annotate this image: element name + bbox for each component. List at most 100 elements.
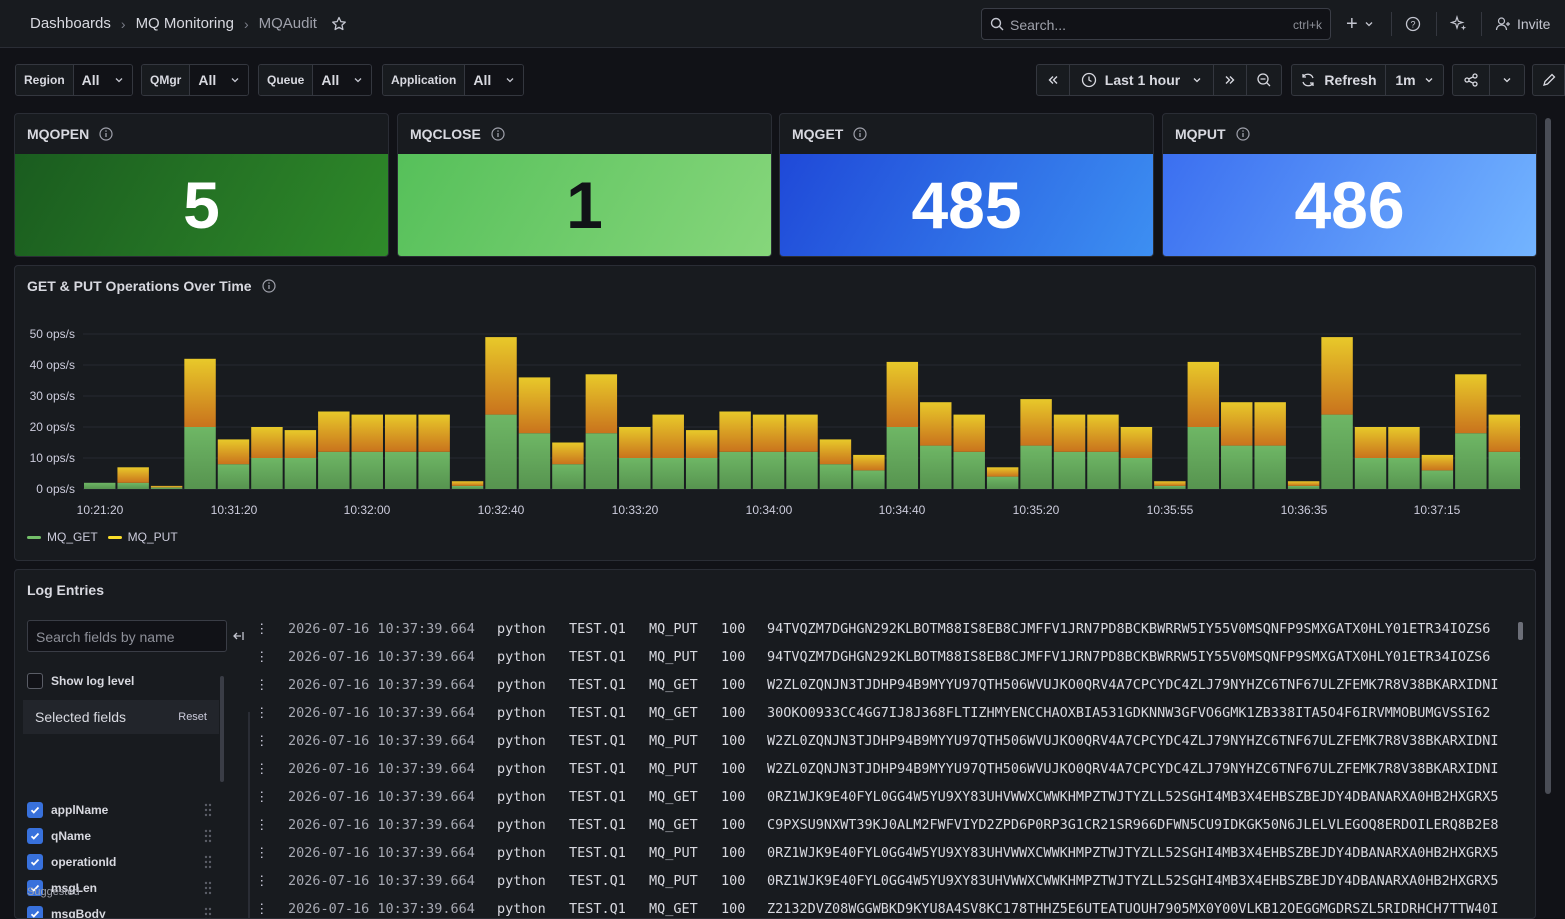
bar-mq-get[interactable] xyxy=(953,451,985,489)
bar-mq-get[interactable] xyxy=(1020,445,1052,489)
drag-handle-icon[interactable] xyxy=(203,907,213,919)
bar-mq-get[interactable] xyxy=(585,433,618,489)
star-icon[interactable] xyxy=(331,16,347,32)
bar-mq-get[interactable] xyxy=(351,451,383,489)
bar-mq-get[interactable] xyxy=(318,451,350,489)
bar-mq-put[interactable] xyxy=(1488,414,1520,452)
bar-mq-get[interactable] xyxy=(920,445,952,489)
time-shift-back-button[interactable] xyxy=(1036,64,1070,96)
sidebar-scrollbar[interactable] xyxy=(220,676,224,782)
legend-item-mq-put[interactable]: MQ_PUT xyxy=(107,530,178,544)
variable-qmgr[interactable]: QMgr All xyxy=(141,64,250,96)
bar-mq-put[interactable] xyxy=(552,442,584,465)
bar-mq-get[interactable] xyxy=(853,470,885,489)
bar-mq-put[interactable] xyxy=(251,427,283,458)
bar-mq-put[interactable] xyxy=(685,430,718,458)
selected-field-item[interactable]: msgBody xyxy=(27,906,106,918)
breadcrumb-mq-monitoring[interactable]: MQ Monitoring xyxy=(136,15,234,32)
bar-mq-get[interactable] xyxy=(986,476,1019,489)
help-icon[interactable]: ? xyxy=(1405,16,1421,32)
row-menu-icon[interactable]: ⋮ xyxy=(255,621,269,637)
drag-handle-icon[interactable] xyxy=(203,855,213,869)
row-menu-icon[interactable]: ⋮ xyxy=(255,817,269,833)
variable-application[interactable]: Application All xyxy=(382,64,525,96)
bar-mq-put[interactable] xyxy=(920,402,952,446)
log-row[interactable]: ⋮ 2026-07-16 10:37:39.664 python TEST.Q1 MQ_… xyxy=(255,728,1520,756)
info-icon[interactable] xyxy=(853,127,867,141)
bar-mq-get[interactable] xyxy=(886,427,919,489)
log-row[interactable]: ⋮ 2026-07-16 10:37:39.664 python TEST.Q1 MQ_… xyxy=(255,756,1520,784)
log-row[interactable]: ⋮ 2026-07-16 10:37:39.664 python TEST.Q1 MQ_… xyxy=(255,784,1520,812)
bar-mq-put[interactable] xyxy=(117,467,149,483)
log-row[interactable]: ⋮ 2026-07-16 10:37:39.664 python TEST.Q1 MQ_… xyxy=(255,840,1520,868)
log-row[interactable]: ⋮ 2026-07-16 10:37:39.664 python TEST.Q1 MQ_… xyxy=(255,700,1520,728)
bar-mq-put[interactable] xyxy=(1020,399,1052,446)
row-menu-icon[interactable]: ⋮ xyxy=(255,761,269,777)
checkbox[interactable] xyxy=(27,828,43,844)
bar-mq-get[interactable] xyxy=(819,464,852,489)
bar-mq-put[interactable] xyxy=(351,414,383,452)
bar-mq-get[interactable] xyxy=(1488,451,1520,489)
add-button[interactable]: + xyxy=(1346,12,1374,36)
bar-mq-put[interactable] xyxy=(953,414,985,452)
bar-mq-get[interactable] xyxy=(552,464,584,489)
drag-handle-icon[interactable] xyxy=(203,829,213,843)
bar-mq-put[interactable] xyxy=(1154,481,1186,486)
share-button[interactable] xyxy=(1452,64,1490,96)
zoom-out-button[interactable] xyxy=(1246,64,1282,96)
legend-item-mq-get[interactable]: MQ_GET xyxy=(27,530,98,544)
refresh-button[interactable]: Refresh xyxy=(1291,64,1386,96)
bar-mq-put[interactable] xyxy=(284,430,317,458)
bar-mq-put[interactable] xyxy=(1421,454,1454,471)
bar-mq-put[interactable] xyxy=(752,414,785,452)
bar-mq-put[interactable] xyxy=(451,481,484,486)
bar-mq-put[interactable] xyxy=(184,358,216,427)
bar-mq-get[interactable] xyxy=(1421,470,1454,489)
bar-mq-get[interactable] xyxy=(150,487,183,489)
bar-mq-put[interactable] xyxy=(1053,414,1086,452)
row-menu-icon[interactable]: ⋮ xyxy=(255,705,269,721)
bar-mq-put[interactable] xyxy=(886,361,919,427)
bar-mq-put[interactable] xyxy=(1388,427,1420,458)
variable-queue[interactable]: Queue All xyxy=(258,64,373,96)
search-input[interactable]: Search... ctrl+k xyxy=(981,8,1331,40)
bar-mq-get[interactable] xyxy=(685,458,718,489)
bar-mq-get[interactable] xyxy=(652,458,684,489)
bar-mq-put[interactable] xyxy=(1455,374,1487,434)
bar-mq-put[interactable] xyxy=(384,414,417,452)
bar-mq-get[interactable] xyxy=(284,458,317,489)
log-scrollbar[interactable] xyxy=(1518,622,1523,640)
checkbox[interactable] xyxy=(27,854,43,870)
row-menu-icon[interactable]: ⋮ xyxy=(255,649,269,665)
breadcrumb-dashboards[interactable]: Dashboards xyxy=(30,15,111,32)
bar-mq-put[interactable] xyxy=(418,414,450,452)
bar-mq-get[interactable] xyxy=(1287,485,1320,489)
bar-mq-put[interactable] xyxy=(150,485,183,488)
log-row[interactable]: ⋮ 2026-07-16 10:37:39.664 python TEST.Q1 MQ_… xyxy=(255,644,1520,672)
drag-handle-icon[interactable] xyxy=(203,881,213,895)
bar-mq-put[interactable] xyxy=(619,427,651,458)
bar-mq-put[interactable] xyxy=(719,411,751,452)
time-range-picker[interactable]: Last 1 hour xyxy=(1069,64,1214,96)
bar-mq-put[interactable] xyxy=(652,414,684,458)
bar-mq-get[interactable] xyxy=(1455,433,1487,489)
invite-button[interactable]: Invite xyxy=(1495,12,1550,36)
bar-mq-get[interactable] xyxy=(217,464,250,489)
selected-field-item[interactable]: qName xyxy=(27,828,91,844)
bar-mq-put[interactable] xyxy=(318,411,350,452)
bar-mq-get[interactable] xyxy=(1154,485,1186,489)
bar-mq-get[interactable] xyxy=(752,451,785,489)
checkbox[interactable] xyxy=(27,906,43,918)
bar-mq-put[interactable] xyxy=(986,467,1019,477)
row-menu-icon[interactable]: ⋮ xyxy=(255,789,269,805)
sparkle-icon[interactable] xyxy=(1450,15,1468,33)
bar-mq-get[interactable] xyxy=(1388,458,1420,489)
page-scrollbar[interactable] xyxy=(1545,118,1551,794)
info-icon[interactable] xyxy=(99,127,113,141)
sidebar-resize-handle[interactable] xyxy=(248,712,250,918)
bar-mq-get[interactable] xyxy=(451,485,484,489)
edit-button[interactable] xyxy=(1532,64,1565,96)
bar-mq-put[interactable] xyxy=(1321,337,1353,415)
field-search-input[interactable]: Search fields by name xyxy=(27,620,227,652)
log-row[interactable]: ⋮ 2026-07-16 10:37:39.664 python TEST.Q1 MQ_… xyxy=(255,812,1520,840)
